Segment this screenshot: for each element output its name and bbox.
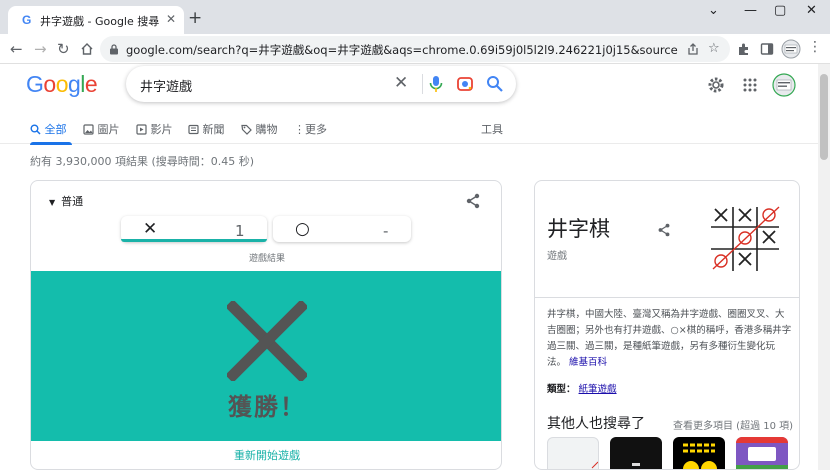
profile-avatar[interactable] [781,39,801,59]
image-icon [83,124,94,135]
more-icon: ⋮ [294,123,305,136]
x-score-value: 1 [235,222,245,240]
tab-videos[interactable]: 影片 [136,121,173,137]
settings-gear-icon[interactable] [707,76,725,94]
game-thumbnail-icon [632,463,640,466]
knowledge-panel: 井字棋 遊戲 井字棋，中國大陸、臺灣又稱為井字遊戲、圈圈叉叉、大吉圈圈；另外也有… [534,180,800,470]
search-icon[interactable] [486,75,504,93]
tab-more[interactable]: ⋮更多 [294,121,327,137]
pacman-thumbnail-icon [683,443,717,469]
tic-tac-toe-board-image[interactable] [705,203,785,275]
google-logo[interactable]: Google [26,71,98,98]
related-thumbnail[interactable] [610,437,662,469]
kp-divider [535,297,799,298]
dropdown-arrow-icon: ▼ [49,198,56,207]
win-message: 獲勝！ [228,393,306,421]
lock-icon[interactable] [109,44,119,55]
tab-news[interactable]: 新聞 [188,121,225,137]
see-more-link[interactable]: 查看更多項目 (超過 10 項) [673,417,793,432]
wikipedia-link[interactable]: 維基百科 [569,357,607,368]
tab-label: 更多 [305,123,327,136]
apps-grid-icon[interactable] [743,78,757,92]
google-lens-icon[interactable] [456,75,474,93]
clear-search-icon[interactable]: ✕ [394,73,408,93]
tab-all[interactable]: 全部 [30,121,67,137]
active-tab-indicator [30,142,72,145]
share-icon[interactable] [657,223,671,237]
tab-title: 井字遊戲 - Google 搜尋 [40,15,160,28]
related-thumbnail[interactable] [673,437,725,469]
game-thumbnail-icon [591,461,598,469]
kp-type-label: 類型： [547,384,576,395]
url-text: google.com/search?q=井字遊戲&oq=井字遊戲&aqs=chr… [126,43,678,57]
account-avatar[interactable] [772,73,796,97]
player-x-score: ✕ 1 [121,216,267,242]
browser-menu-icon[interactable]: ⋮ [808,39,822,55]
home-icon[interactable] [80,42,94,56]
back-icon[interactable]: ← [10,40,23,58]
tab-strip: G 井字遊戲 - Google 搜尋 ✕ + ⌄ — ▢ ✕ [0,0,830,34]
tab-close-icon[interactable]: ✕ [166,12,176,26]
tab-shopping[interactable]: 購物 [241,121,278,137]
address-bar[interactable]: google.com/search?q=井字遊戲&oq=井字遊戲&aqs=chr… [100,36,730,62]
tab-label: 全部 [44,123,67,136]
search-box[interactable]: 井字遊戲 ✕ [126,66,516,102]
page-scrollbar[interactable] [818,64,830,470]
result-panel[interactable]: 獲勝！ [31,271,501,441]
difficulty-label: 普通 [61,195,84,208]
microphone-icon[interactable] [429,75,443,93]
kp-subtitle: 遊戲 [547,251,567,262]
extensions-icon[interactable] [737,42,751,56]
restart-game-button[interactable]: 重新開始遊戲 [31,447,501,463]
tab-label: 新聞 [202,123,225,136]
new-tab-button[interactable]: + [188,8,202,28]
active-player-bar [121,239,267,242]
search-input[interactable]: 井字遊戲 [140,76,192,95]
tab-images[interactable]: 圖片 [83,121,120,137]
search-divider [422,74,423,94]
tools-button[interactable]: 工具 [481,121,503,137]
share-page-icon[interactable] [686,42,700,56]
search-icon [30,124,41,135]
tic-tac-toe-card: ▼ 普通 ✕ 1 ○ - 遊戲結果 獲勝！ 重新開始遊戲 [30,180,502,470]
x-symbol: ✕ [143,219,158,239]
result-stats: 約有 3,930,000 項結果 (搜尋時間：0.45 秒) [30,155,255,168]
kp-description: 井字棋，中國大陸、臺灣又稱為井字遊戲、圈圈叉叉、大吉圈圈；另外也有打井遊戲、○×… [547,307,793,371]
tab-label: 購物 [255,123,278,136]
maximize-icon[interactable]: ▢ [774,3,786,18]
share-icon[interactable] [465,193,481,209]
side-panel-icon[interactable] [760,42,774,56]
kp-type-row: 類型： 紙筆遊戲 [547,381,617,395]
player-o-score: ○ - [273,216,411,242]
big-x-icon [227,301,307,381]
window-close-icon[interactable]: ✕ [806,3,817,18]
tag-icon [241,124,252,135]
kp-type-link[interactable]: 紙筆遊戲 [579,384,617,395]
game-thumbnail-icon [736,437,788,469]
o-score-value: - [383,222,389,240]
bookmark-star-icon[interactable]: ☆ [708,41,720,56]
google-favicon-icon: G [22,13,31,27]
related-thumbnail[interactable] [736,437,788,469]
difficulty-select[interactable]: ▼ 普通 [49,193,83,209]
o-symbol: ○ [295,219,310,239]
scrollbar-thumb[interactable] [820,74,828,160]
tab-label: 圖片 [97,123,120,136]
news-icon [188,124,199,135]
search-nav-tabs: 全部 圖片 影片 新聞 購物 ⋮更多 工具 [0,112,830,145]
kp-title: 井字棋 [547,217,610,241]
svg-text:G: G [22,13,31,27]
related-thumbnail[interactable] [547,437,599,469]
video-icon [136,124,147,135]
tab-search-icon[interactable]: ⌄ [708,3,719,18]
people-also-search-heading: 其他人也搜尋了 [547,416,645,432]
browser-toolbar: ← → ↻ google.com/search?q=井字遊戲&oq=井字遊戲&a… [0,34,830,64]
minimize-icon[interactable]: — [744,3,757,18]
tab-label: 影片 [150,123,173,136]
game-result-label: 遊戲結果 [248,254,285,264]
forward-icon[interactable]: → [34,40,47,58]
reload-icon[interactable]: ↻ [57,40,70,58]
browser-tab[interactable]: G 井字遊戲 - Google 搜尋 ✕ [8,6,184,34]
